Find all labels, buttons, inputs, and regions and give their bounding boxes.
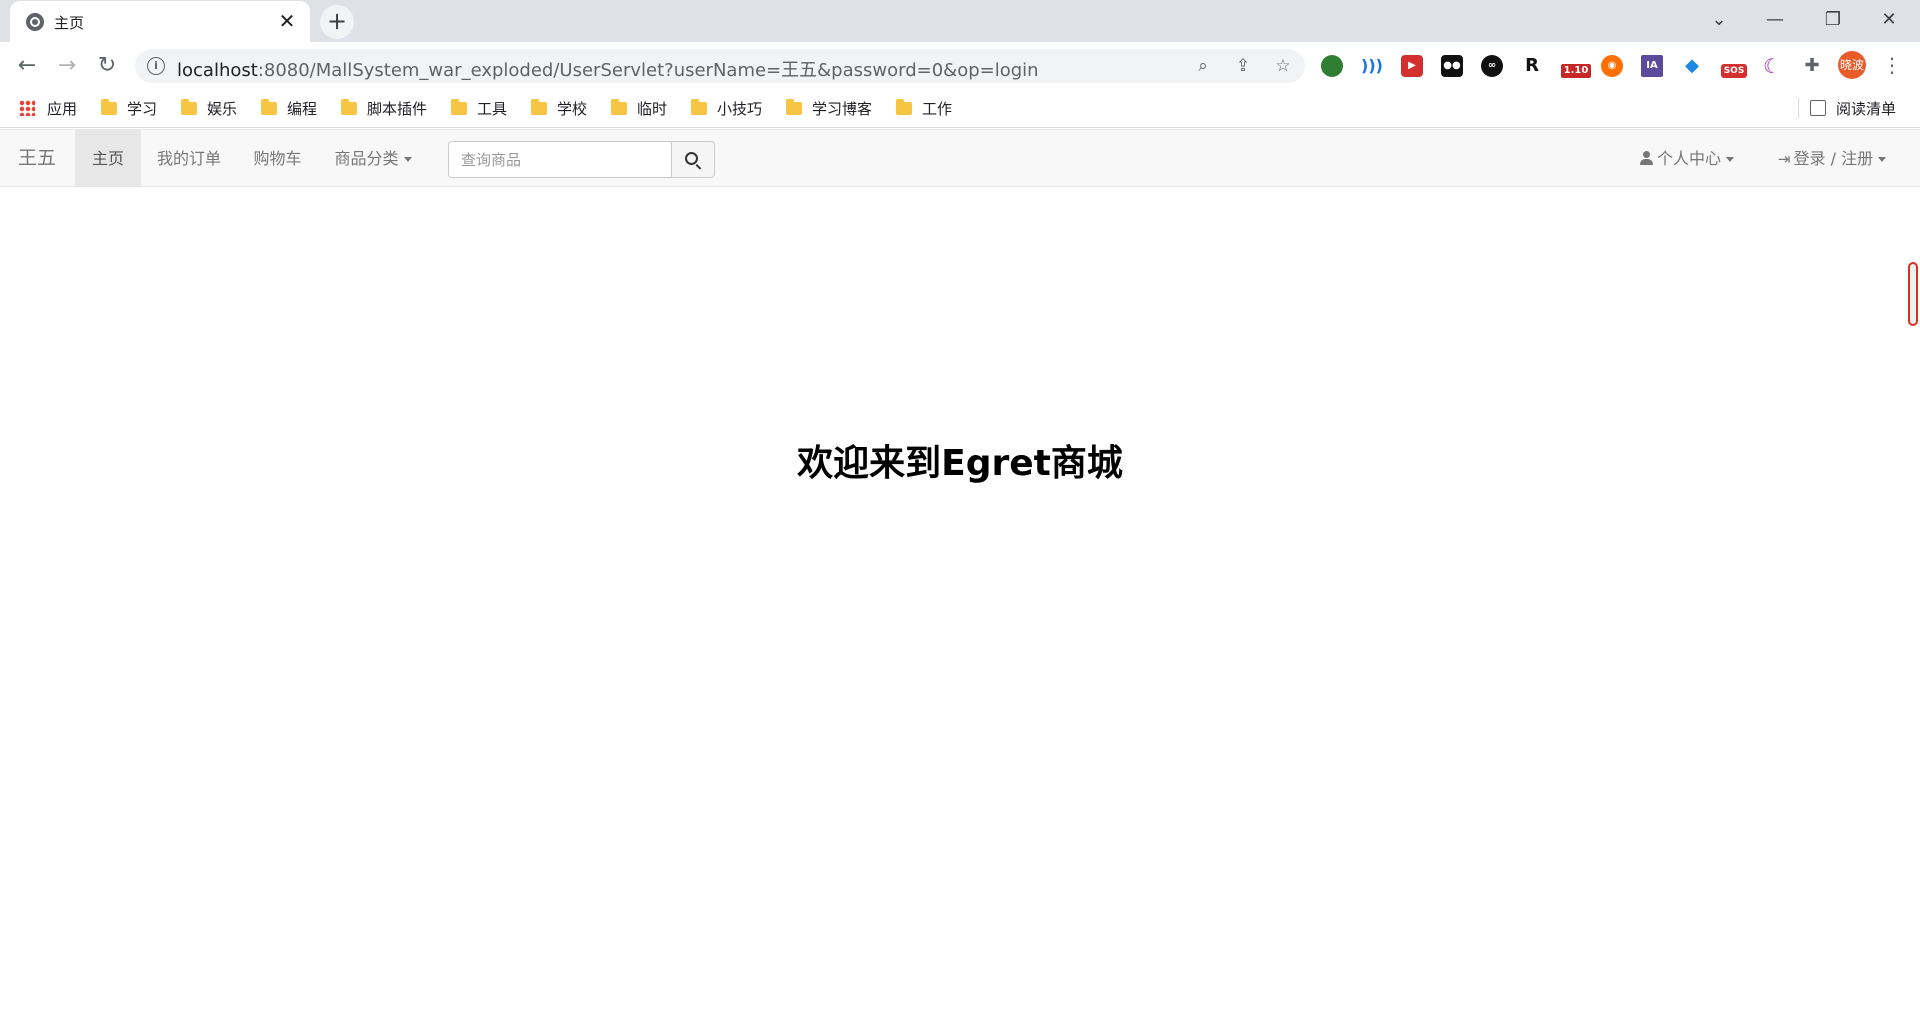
close-window-button[interactable]: ✕	[1866, 4, 1912, 36]
bookmark-label: 学习博客	[812, 99, 873, 118]
reading-list-icon	[1810, 100, 1826, 116]
folder-icon	[786, 98, 802, 115]
tab-title: 主页	[54, 14, 85, 32]
url-text[interactable]: localhost:8080/MallSystem_war_exploded/U…	[177, 56, 1039, 82]
profile-avatar[interactable]: 晓波	[1838, 51, 1866, 79]
bookmark-label: 临时	[637, 99, 668, 118]
extension-owl-icon[interactable]: ∞	[1481, 55, 1503, 77]
site-navbar: 王五 主页 我的订单 购物车 商品分类 个人中心 ⇥登录 / 注册	[0, 129, 1920, 187]
address-bar[interactable]: i localhost:8080/MallSystem_war_exploded…	[135, 49, 1305, 83]
browser-toolbar: ← → ↻ i localhost:8080/MallSystem_war_ex…	[0, 42, 1920, 88]
tab-search-icon[interactable]: ⌄	[1696, 4, 1742, 36]
bookmark-folder[interactable]: 临时	[611, 96, 667, 120]
back-arrow-icon[interactable]: ←	[11, 50, 43, 82]
globe-icon	[26, 13, 44, 31]
bookmark-star-icon[interactable]: ☆	[1272, 55, 1294, 77]
bookmark-apps[interactable]: 应用	[19, 96, 77, 120]
bookmark-folder[interactable]: 学习博客	[786, 96, 872, 120]
bookmarks-divider	[1798, 98, 1799, 118]
minimize-button[interactable]: —	[1752, 4, 1798, 36]
login-icon: ⇥	[1777, 150, 1791, 168]
nav-item-categories-label: 商品分类	[334, 149, 399, 168]
user-center-label: 个人中心	[1656, 149, 1721, 168]
bookmark-label: 编程	[287, 99, 318, 118]
nav-login-register[interactable]: ⇥ 登录 / 注册	[1762, 130, 1902, 187]
user-icon	[1639, 151, 1653, 165]
welcome-heading: 欢迎来到Egret商城	[797, 443, 1123, 484]
info-icon[interactable]: i	[147, 57, 165, 75]
bookmark-label: 小技巧	[717, 99, 763, 118]
url-path: :8080/MallSystem_war_exploded/UserServle…	[257, 60, 1039, 81]
zoom-icon[interactable]: ⌕	[1192, 55, 1214, 77]
folder-icon	[181, 98, 197, 115]
bookmark-label: 学习	[127, 99, 158, 118]
menu-kebab-icon[interactable]: ⋮	[1882, 51, 1902, 79]
apps-grid-icon	[19, 100, 35, 116]
nav-user-center[interactable]: 个人中心	[1628, 130, 1746, 187]
folder-icon	[531, 98, 547, 115]
forward-arrow-icon[interactable]: →	[51, 50, 83, 82]
bookmark-folder[interactable]: 学校	[531, 96, 587, 120]
search-input[interactable]	[448, 141, 672, 178]
bookmark-label: 应用	[47, 99, 78, 118]
navbar-brand[interactable]: 王五	[18, 130, 56, 187]
bookmark-folder[interactable]: 工作	[896, 96, 952, 120]
url-host: localhost	[177, 60, 258, 81]
extension-play-icon[interactable]: ▶	[1401, 55, 1423, 77]
bookmark-folder[interactable]: 编程	[261, 96, 317, 120]
extension-moon-icon[interactable]: ☾	[1761, 55, 1783, 77]
caret-down-icon	[1726, 157, 1734, 162]
search-button[interactable]	[671, 141, 715, 178]
extension-weibo-icon[interactable]: ◉	[1601, 55, 1623, 77]
nav-item-cart[interactable]: 购物车	[237, 130, 318, 187]
extension-tampermonkey-icon[interactable]: ●●	[1441, 55, 1463, 77]
new-tab-button[interactable]: +	[320, 5, 354, 39]
bookmark-folder[interactable]: 工具	[451, 96, 507, 120]
extension-sos-icon[interactable]: SOS	[1721, 64, 1747, 78]
bookmark-label: 工作	[922, 99, 953, 118]
folder-icon	[691, 98, 707, 115]
extension-version-icon[interactable]: 1.10	[1561, 64, 1591, 78]
nav-item-orders[interactable]: 我的订单	[141, 130, 237, 187]
nav-item-categories[interactable]: 商品分类	[318, 130, 428, 187]
folder-icon	[896, 98, 912, 115]
bookmark-label: 工具	[477, 99, 508, 118]
bookmark-folder[interactable]: 小技巧	[691, 96, 762, 120]
bookmark-label: 娱乐	[207, 99, 238, 118]
extension-green-icon[interactable]	[1321, 55, 1343, 77]
share-icon[interactable]: ⇪	[1232, 55, 1254, 77]
page-content: 王五 主页 我的订单 购物车 商品分类 个人中心 ⇥登录 / 注册 欢迎来到Eg…	[0, 129, 1920, 1030]
extensions-puzzle-icon[interactable]: ✚	[1801, 55, 1823, 77]
login-register-label: 登录 / 注册	[1793, 149, 1874, 168]
extension-ia-icon[interactable]: IA	[1641, 55, 1663, 77]
bookmarks-bar: 应用 学习 娱乐 编程 脚本插件 工具 学校 临时 小技巧 学习博客 工作 阅读…	[0, 88, 1920, 128]
extension-diamond-icon[interactable]: ◆	[1681, 55, 1703, 77]
restore-button[interactable]: ❐	[1810, 4, 1856, 36]
folder-icon	[261, 98, 277, 115]
bookmark-folder[interactable]: 娱乐	[181, 96, 237, 120]
close-tab-icon[interactable]: ✕	[276, 10, 298, 32]
caret-down-icon	[1878, 157, 1887, 162]
bookmark-folder[interactable]: 脚本插件	[341, 96, 427, 120]
tab-strip: 主页 ✕ + ⌄ — ❐ ✕	[0, 0, 1920, 42]
reading-list-button[interactable]: 阅读清单	[1810, 96, 1896, 120]
nav-item-home[interactable]: 主页	[75, 130, 141, 187]
bookmark-label: 学校	[557, 99, 588, 118]
folder-icon	[451, 98, 467, 115]
folder-icon	[341, 98, 357, 115]
bookmark-label: 脚本插件	[367, 99, 428, 118]
folder-icon	[101, 98, 117, 115]
search-icon	[685, 152, 698, 165]
extension-r-icon[interactable]: R	[1521, 55, 1543, 77]
caret-down-icon	[403, 157, 412, 162]
reload-icon[interactable]: ↻	[91, 50, 123, 82]
folder-icon	[611, 98, 627, 115]
extension-wave-icon[interactable]: )))	[1361, 55, 1383, 77]
browser-tab[interactable]: 主页 ✕	[10, 1, 310, 42]
reading-list-label: 阅读清单	[1836, 99, 1897, 118]
bookmark-folder[interactable]: 学习	[101, 96, 157, 120]
scrollbar-thumb[interactable]	[1908, 262, 1918, 326]
